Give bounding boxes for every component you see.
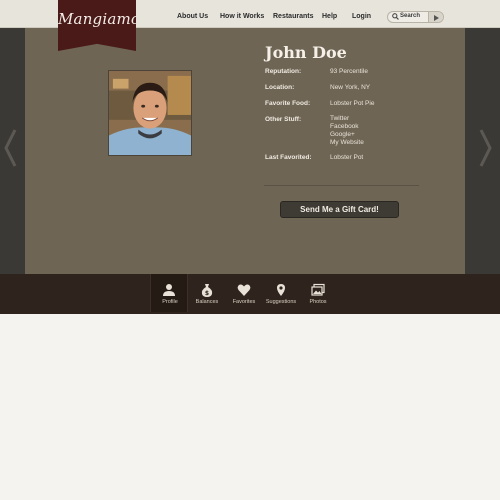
profile-name: John Doe <box>265 43 347 62</box>
person-icon <box>163 284 175 296</box>
profile-photo <box>108 70 192 156</box>
nav-restaurants[interactable]: Restaurants <box>273 13 313 20</box>
tab-suggestions[interactable]: Suggestions <box>262 274 300 312</box>
page-background-lower <box>0 314 500 500</box>
map-pin-icon <box>277 284 285 296</box>
tab-photos[interactable]: Photos <box>299 274 337 312</box>
label-location: Location: <box>265 84 295 91</box>
right-rail <box>465 28 500 274</box>
tab-photos-label: Photos <box>309 299 327 305</box>
search-go-button[interactable] <box>428 12 443 22</box>
value-last-favorited: Lobster Pot <box>330 154 364 161</box>
tab-profile[interactable]: Profile <box>150 274 188 312</box>
label-last-favorited: Last Favorited: <box>265 154 312 161</box>
heart-icon <box>237 284 251 296</box>
play-icon <box>434 15 439 21</box>
label-reputation: Reputation: <box>265 68 302 75</box>
logo-ribbon[interactable]: Mangiamo <box>58 0 136 51</box>
link-facebook[interactable]: Facebook <box>330 123 359 131</box>
value-favorite-food: Lobster Pot Pie <box>330 100 375 107</box>
tab-favorites[interactable]: Favorites <box>225 274 263 312</box>
gift-card-button[interactable]: Send Me a Gift Card! <box>280 201 399 218</box>
link-twitter[interactable]: Twitter <box>330 115 349 123</box>
tab-balances[interactable]: $ Balances <box>188 274 226 312</box>
value-reputation: 93 Percentile <box>330 68 368 75</box>
nav-about-us[interactable]: About Us <box>177 13 208 20</box>
label-other-stuff: Other Stuff: <box>265 116 302 123</box>
chevron-left-icon[interactable] <box>3 128 17 168</box>
link-google-plus[interactable]: Google+ <box>330 131 355 139</box>
nav-help[interactable]: Help <box>322 13 337 20</box>
photos-icon <box>311 283 325 296</box>
money-bag-icon: $ <box>201 284 213 297</box>
link-my-website[interactable]: My Website <box>330 139 364 147</box>
logo-text: Mangiamo <box>58 10 141 28</box>
section-divider <box>264 185 419 186</box>
label-favorite-food: Favorite Food: <box>265 100 311 107</box>
left-rail <box>0 28 25 274</box>
top-header: Mangiamo About Us How it Works Restauran… <box>0 0 500 51</box>
value-location: New York, NY <box>330 84 371 91</box>
nav-how-it-works[interactable]: How it Works <box>220 13 264 20</box>
nav-login[interactable]: Login <box>352 13 371 20</box>
search-icon <box>392 13 399 20</box>
search-label: Search <box>400 13 421 19</box>
profile-tab-bar: Profile $ Balances Favorites Suggestions… <box>0 274 500 314</box>
search-button[interactable]: Search <box>387 11 444 23</box>
chevron-right-icon[interactable] <box>479 128 493 168</box>
profile-panel <box>25 28 465 274</box>
svg-text:$: $ <box>205 290 209 297</box>
